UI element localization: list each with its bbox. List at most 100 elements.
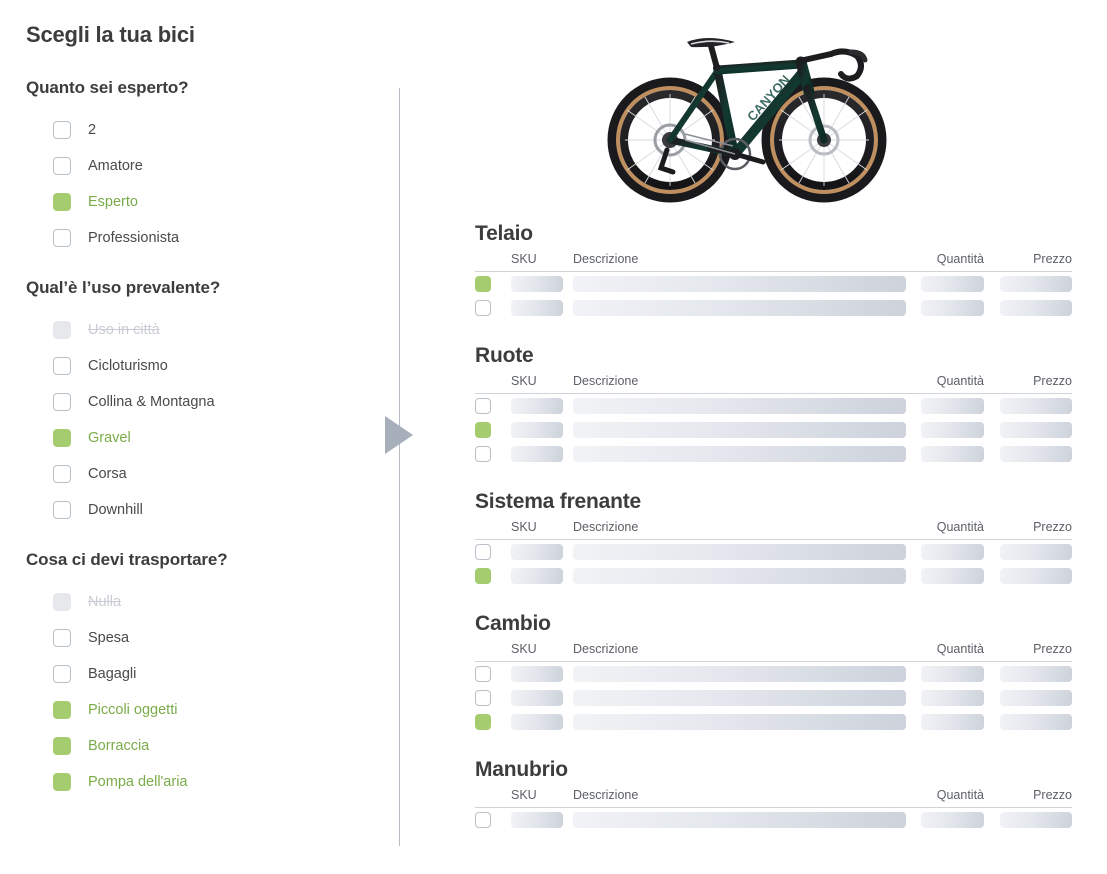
table-row[interactable]: [475, 442, 1072, 466]
checkbox-icon[interactable]: [475, 422, 491, 438]
option-row[interactable]: Esperto: [26, 184, 400, 220]
cell-sku: [511, 808, 573, 833]
skeleton-placeholder: [573, 690, 906, 706]
checkbox-icon[interactable]: [53, 429, 71, 447]
table-row[interactable]: [475, 710, 1072, 734]
table-row[interactable]: [475, 564, 1072, 588]
option-row[interactable]: 2: [26, 112, 400, 148]
option-row[interactable]: Corsa: [26, 456, 400, 492]
row-select-cell[interactable]: [475, 272, 511, 297]
checkbox-icon[interactable]: [53, 193, 71, 211]
cell-price: [984, 662, 1072, 687]
column-header-sku: SKU: [511, 252, 573, 272]
column-header-price: Prezzo: [984, 788, 1072, 808]
checkbox-icon[interactable]: [475, 276, 491, 292]
row-select-cell[interactable]: [475, 564, 511, 588]
checkbox-icon[interactable]: [53, 229, 71, 247]
option-row[interactable]: Downhill: [26, 492, 400, 528]
checkbox-icon[interactable]: [475, 690, 491, 706]
checkbox-icon[interactable]: [53, 773, 71, 791]
option-list: 2 Amatore Esperto Professionista: [26, 112, 400, 256]
row-select-cell[interactable]: [475, 686, 511, 710]
checkbox-icon[interactable]: [475, 666, 491, 682]
row-select-cell[interactable]: [475, 540, 511, 565]
table-row[interactable]: [475, 272, 1072, 297]
section-title: Sistema frenante: [475, 490, 642, 513]
checkbox-icon[interactable]: [475, 398, 491, 414]
skeleton-placeholder: [1000, 300, 1072, 316]
row-select-cell[interactable]: [475, 662, 511, 687]
cell-sku: [511, 564, 573, 588]
column-header-select: [475, 252, 511, 272]
row-select-cell[interactable]: [475, 442, 511, 466]
column-header-description: Descrizione: [573, 642, 906, 662]
option-row[interactable]: Piccoli oggetti: [26, 692, 400, 728]
checkbox-icon[interactable]: [475, 714, 491, 730]
column-header-quantity: Quantità: [906, 252, 984, 272]
checkbox-icon[interactable]: [475, 812, 491, 828]
triangle-right-icon[interactable]: [385, 416, 413, 454]
option-row[interactable]: Collina & Montagna: [26, 384, 400, 420]
table-row[interactable]: [475, 418, 1072, 442]
option-row[interactable]: Spesa: [26, 620, 400, 656]
table-header-row: SKU Descrizione Quantità Prezzo: [475, 252, 1072, 272]
checkbox-icon[interactable]: [53, 357, 71, 375]
option-row[interactable]: Cicloturismo: [26, 348, 400, 384]
table-row[interactable]: [475, 686, 1072, 710]
checkbox-icon[interactable]: [475, 568, 491, 584]
checkbox-icon[interactable]: [53, 121, 71, 139]
row-select-cell[interactable]: [475, 394, 511, 419]
parts-panel: CANYON Telaio SKU Descrizione Quantità Prezz…: [440, 0, 1107, 874]
skeleton-placeholder: [1000, 276, 1072, 292]
column-header-select: [475, 520, 511, 540]
checkbox-icon[interactable]: [53, 629, 71, 647]
checkbox-icon[interactable]: [53, 665, 71, 683]
option-row[interactable]: Bagagli: [26, 656, 400, 692]
option-row[interactable]: Amatore: [26, 148, 400, 184]
table-row[interactable]: [475, 662, 1072, 687]
configurator-page: Scegli la tua bici Quanto sei esperto? 2 A…: [0, 0, 1107, 874]
cell-quantity: [906, 394, 984, 419]
cell-quantity: [906, 686, 984, 710]
table-row[interactable]: [475, 540, 1072, 565]
column-header-quantity: Quantità: [906, 642, 984, 662]
option-label: Professionista: [88, 229, 180, 246]
bike-preview: CANYON: [440, 0, 1107, 222]
checkbox-icon[interactable]: [475, 446, 491, 462]
row-select-cell[interactable]: [475, 296, 511, 320]
cell-price: [984, 296, 1072, 320]
skeleton-placeholder: [511, 544, 563, 560]
skeleton-placeholder: [1000, 446, 1072, 462]
cell-description: [573, 442, 906, 466]
option-row[interactable]: Pompa dell'aria: [26, 764, 400, 800]
skeleton-placeholder: [573, 544, 906, 560]
row-select-cell[interactable]: [475, 808, 511, 833]
skeleton-placeholder: [511, 690, 563, 706]
cell-price: [984, 686, 1072, 710]
table-row[interactable]: [475, 296, 1072, 320]
checkbox-icon[interactable]: [53, 465, 71, 483]
cell-sku: [511, 442, 573, 466]
row-select-cell[interactable]: [475, 710, 511, 734]
table-row[interactable]: [475, 808, 1072, 833]
option-row[interactable]: Professionista: [26, 220, 400, 256]
option-row[interactable]: Gravel: [26, 420, 400, 456]
checkbox-icon[interactable]: [475, 544, 491, 560]
column-header-description: Descrizione: [573, 520, 906, 540]
checkbox-icon[interactable]: [53, 393, 71, 411]
checkbox-icon[interactable]: [53, 701, 71, 719]
table-row[interactable]: [475, 394, 1072, 419]
option-row[interactable]: Borraccia: [26, 728, 400, 764]
checkbox-icon[interactable]: [53, 157, 71, 175]
option-row: Nulla: [26, 584, 400, 620]
checkbox-icon[interactable]: [53, 501, 71, 519]
parts-section: Manubrio SKU Descrizione Quantità Prezzo: [440, 758, 1107, 832]
checkbox-icon[interactable]: [53, 737, 71, 755]
cell-quantity: [906, 296, 984, 320]
skeleton-placeholder: [1000, 544, 1072, 560]
checkbox-icon[interactable]: [475, 300, 491, 316]
row-select-cell[interactable]: [475, 418, 511, 442]
cell-sku: [511, 540, 573, 565]
